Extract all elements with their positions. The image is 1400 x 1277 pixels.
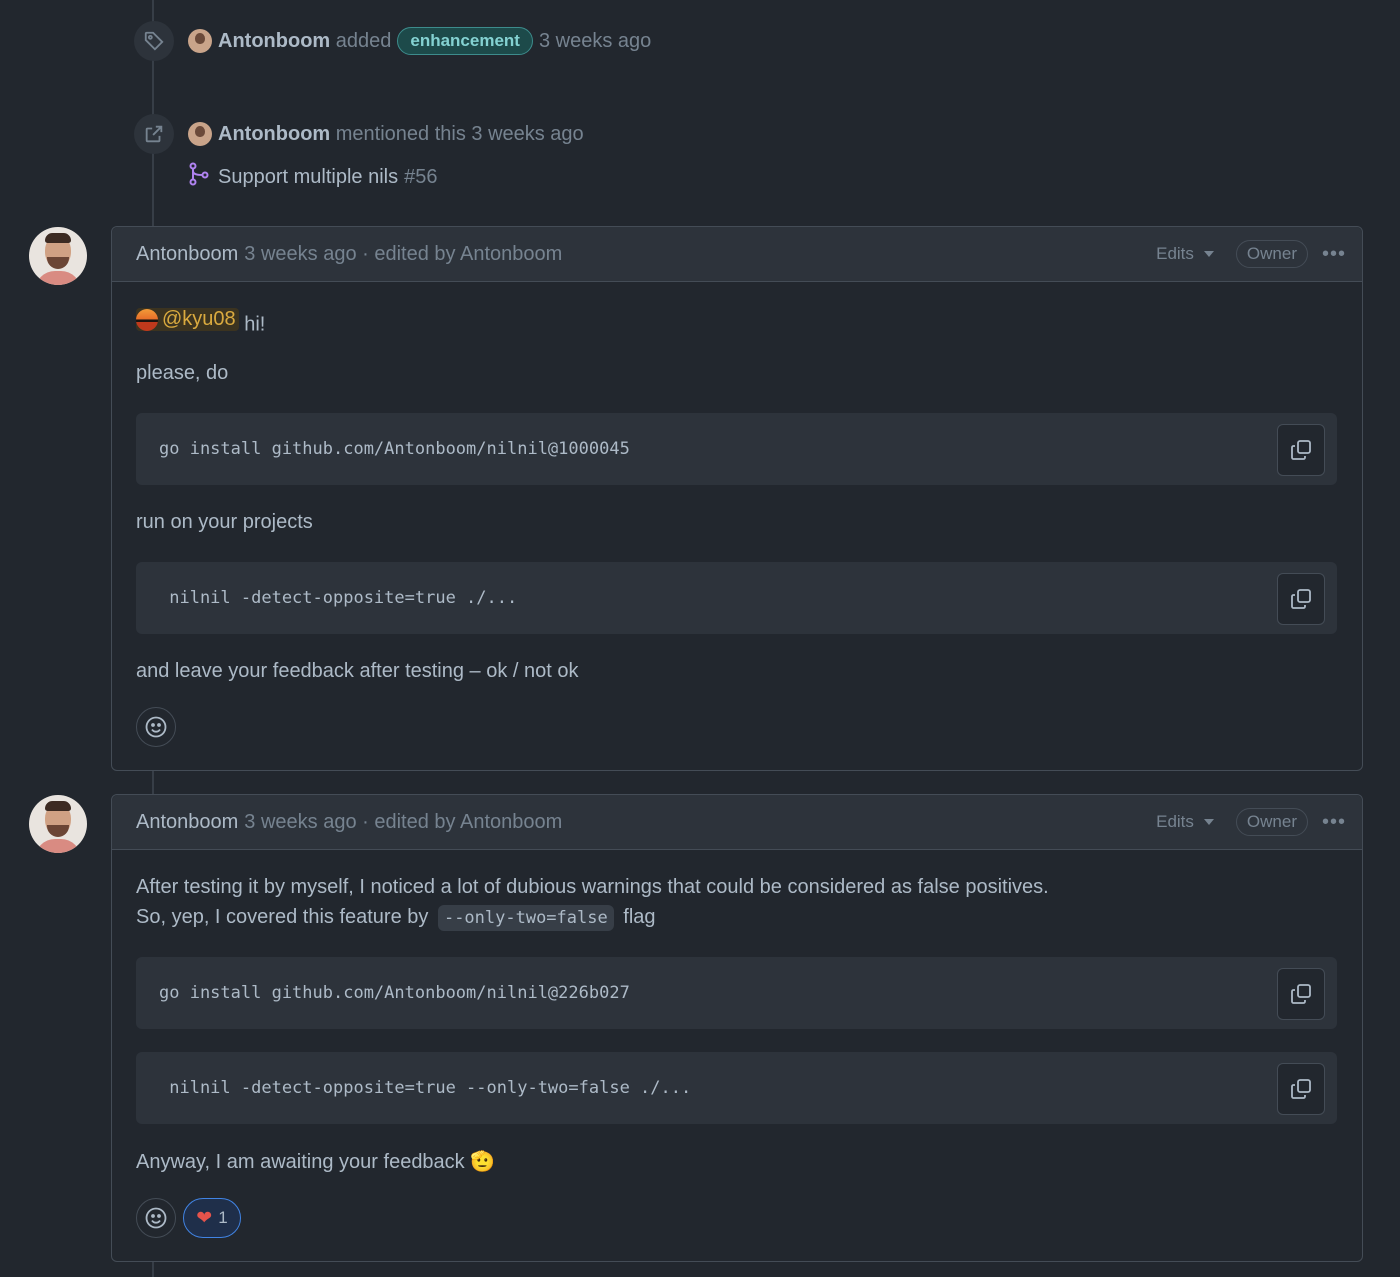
mention-avatar <box>136 308 158 331</box>
tag-icon <box>134 21 174 61</box>
timeline-line <box>152 770 154 796</box>
paragraph: please, do <box>136 362 229 384</box>
label-event: Antonboom added enhancement 3 weeks ago <box>134 21 651 61</box>
avatar[interactable] <box>188 29 212 53</box>
event-author[interactable]: Antonboom <box>218 30 330 52</box>
greeting-text: hi! <box>244 313 266 336</box>
text-fragment: So, yep, I covered this feature by <box>136 906 429 928</box>
comment-author[interactable]: Antonboom <box>136 243 238 266</box>
comment-card: Antonboom 3 weeks ago · edited by Antonb… <box>111 226 1363 771</box>
paragraph: and leave your feedback after testing – … <box>136 660 579 682</box>
chevron-down-icon <box>1203 251 1214 257</box>
paragraph: Anyway, I am awaiting your feedback 🫡 <box>136 1151 496 1173</box>
owner-badge: Owner <box>1235 240 1308 268</box>
edits-dropdown[interactable]: Edits <box>1156 244 1214 264</box>
comment-body: After testing it by myself, I noticed a … <box>112 850 1362 1261</box>
edits-label: Edits <box>1156 244 1194 263</box>
copy-icon <box>1291 440 1311 460</box>
avatar[interactable] <box>188 122 212 146</box>
code-text: nilnil -detect-opposite=true --only-two=… <box>159 1078 692 1098</box>
pr-number[interactable]: #56 <box>404 166 437 189</box>
paragraph: After testing it by myself, I noticed a … <box>136 876 1049 898</box>
comment-card: Antonboom 3 weeks ago · edited by Antonb… <box>111 794 1363 1262</box>
copy-button[interactable] <box>1277 573 1325 625</box>
event-action: mentioned this 3 weeks ago <box>335 122 584 145</box>
owner-badge: Owner <box>1235 808 1308 836</box>
event-author[interactable]: Antonboom <box>218 123 330 145</box>
mention-event: Antonboom mentioned this 3 weeks ago <box>134 114 584 154</box>
timeline-line <box>152 1261 154 1277</box>
comment-author[interactable]: Antonboom <box>136 811 238 834</box>
event-time[interactable]: 3 weeks ago <box>539 30 651 53</box>
smiley-icon <box>145 1207 167 1229</box>
reaction-count: 1 <box>218 1208 228 1227</box>
smiley-icon <box>145 716 167 738</box>
comment-avatar[interactable] <box>29 795 87 853</box>
text-fragment: flag <box>623 906 656 928</box>
code-block: go install github.com/Antonboom/nilnil@2… <box>136 957 1337 1029</box>
edits-dropdown[interactable]: Edits <box>1156 812 1214 832</box>
paragraph: run on your projects <box>136 511 313 533</box>
copy-icon <box>1291 1079 1311 1099</box>
user-mention[interactable]: @kyu08 <box>136 308 239 331</box>
event-action: added <box>335 29 392 52</box>
code-text: go install github.com/Antonboom/nilnil@1… <box>159 439 630 459</box>
git-pull-request-icon <box>188 162 210 192</box>
copy-button[interactable] <box>1277 424 1325 476</box>
code-block: nilnil -detect-opposite=true ./... <box>136 562 1337 634</box>
code-block: go install github.com/Antonboom/nilnil@1… <box>136 413 1337 485</box>
add-reaction-button[interactable] <box>136 707 176 747</box>
comment-meta[interactable]: 3 weeks ago · edited by Antonboom <box>244 243 562 266</box>
heart-icon: ❤ <box>196 1207 213 1229</box>
copy-button[interactable] <box>1277 968 1325 1020</box>
pr-title[interactable]: Support multiple nils <box>218 166 398 189</box>
copy-button[interactable] <box>1277 1063 1325 1115</box>
more-options-icon[interactable]: ••• <box>1322 243 1346 266</box>
code-text: nilnil -detect-opposite=true ./... <box>159 588 518 608</box>
paragraph: So, yep, I covered this feature by --onl… <box>136 905 656 931</box>
label-badge[interactable]: enhancement <box>397 27 533 55</box>
comment-avatar[interactable] <box>29 227 87 285</box>
chevron-down-icon <box>1203 819 1214 825</box>
heart-reaction-button[interactable]: ❤ 1 <box>183 1198 241 1238</box>
code-block: nilnil -detect-opposite=true --only-two=… <box>136 1052 1337 1124</box>
greeting-line: @kyu08 hi! <box>136 308 265 337</box>
more-options-icon[interactable]: ••• <box>1322 811 1346 834</box>
copy-icon <box>1291 589 1311 609</box>
referenced-pr[interactable]: Support multiple nils #56 <box>188 162 437 192</box>
add-reaction-button[interactable] <box>136 1198 176 1238</box>
cross-reference-icon <box>134 114 174 154</box>
comment-meta[interactable]: 3 weeks ago · edited by Antonboom <box>244 811 562 834</box>
code-text: go install github.com/Antonboom/nilnil@2… <box>159 983 630 1003</box>
comment-header: Antonboom 3 weeks ago · edited by Antonb… <box>112 227 1362 282</box>
comment-header: Antonboom 3 weeks ago · edited by Antonb… <box>112 795 1362 850</box>
comment-body: @kyu08 hi! please, do go install github.… <box>112 282 1362 770</box>
mention-text: @kyu08 <box>162 308 236 330</box>
copy-icon <box>1291 984 1311 1004</box>
inline-code: --only-two=false <box>437 905 614 931</box>
edits-label: Edits <box>1156 812 1194 831</box>
